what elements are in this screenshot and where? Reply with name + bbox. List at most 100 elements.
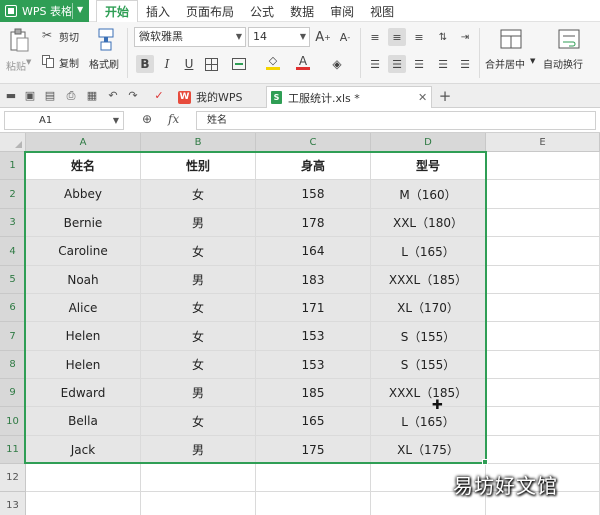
copy-button[interactable]: 复制 [42,54,84,70]
tab-view[interactable]: 视图 [362,0,402,22]
align-bottom-icon[interactable]: ≡ [410,28,428,46]
cell-b6[interactable]: 女 [141,294,256,322]
cell-c5[interactable]: 183 [256,266,371,294]
cell-b5[interactable]: 男 [141,266,256,294]
close-icon[interactable]: ✕ [418,91,427,104]
tab-formulas[interactable]: 公式 [242,0,282,22]
cell-d6[interactable]: XL（170） [371,294,486,322]
format-painter-button[interactable]: 格式刷 [88,26,124,78]
row-header-13[interactable]: 13 [0,492,26,515]
cell-c9[interactable]: 185 [256,379,371,407]
cell-d10[interactable]: L（165） [371,407,486,436]
name-box[interactable]: A1 ▼ [4,111,124,130]
column-header-b[interactable]: B [141,133,256,152]
cell-c13[interactable] [256,492,371,515]
row-header-7[interactable]: 7 [0,322,26,351]
tab-home[interactable]: 开始 [96,0,139,22]
doc-tab-my-wps[interactable]: W 我的WPS [174,86,266,108]
zoom-search-icon[interactable]: ⊕ [142,112,152,126]
fill-color-icon[interactable]: ◇ [264,53,282,71]
cell-b12[interactable] [141,464,256,492]
align-center-icon[interactable]: ☰ [388,55,406,73]
paste-button[interactable]: 粘贴 ▼ [4,26,34,78]
cell-e10[interactable] [486,407,600,436]
align-left-icon[interactable]: ☰ [366,55,384,73]
cell-e5[interactable] [486,266,600,294]
cell-e4[interactable] [486,237,600,266]
row-header-6[interactable]: 6 [0,294,26,322]
cell-e6[interactable] [486,294,600,322]
formula-input[interactable]: 姓名 [196,111,596,130]
undo-icon[interactable]: ↶ [106,89,120,103]
cell-a9[interactable]: Edward [26,379,141,407]
row-header-5[interactable]: 5 [0,266,26,294]
cell-e8[interactable] [486,351,600,379]
increase-font-size-icon[interactable]: A + [314,28,332,46]
merge-center-button[interactable]: 合并居中 ▼ [484,26,540,78]
row-header-4[interactable]: 4 [0,237,26,266]
cell-a11[interactable]: Jack [26,436,141,464]
cell-a5[interactable]: Noah [26,266,141,294]
cell-e9[interactable] [486,379,600,407]
cell-b8[interactable]: 女 [141,351,256,379]
cell-a7[interactable]: Helen [26,322,141,351]
cell-d1[interactable]: 型号 [371,152,486,180]
cell-e7[interactable] [486,322,600,351]
tab-data[interactable]: 数据 [282,0,322,22]
new-tab-icon[interactable]: + [438,89,452,104]
cell-b7[interactable]: 女 [141,322,256,351]
cell-d8[interactable]: S（155） [371,351,486,379]
eraser-icon[interactable]: ◈ [328,55,346,73]
indent-icon[interactable]: ⇥ [456,28,474,46]
cell-b11[interactable]: 男 [141,436,256,464]
cell-c4[interactable]: 164 [256,237,371,266]
cell-d7[interactable]: S（155） [371,322,486,351]
row-header-2[interactable]: 2 [0,180,26,209]
cell-c1[interactable]: 身高 [256,152,371,180]
cell-a10[interactable]: Bella [26,407,141,436]
column-header-c[interactable]: C [256,133,371,152]
print-preview-icon[interactable]: ▦ [85,89,99,103]
wrap-text-button[interactable]: 自动换行 [542,26,598,78]
text-direction-icon[interactable]: ⇅ [434,28,452,46]
cell-d3[interactable]: XXL（180） [371,209,486,237]
cell-a1[interactable]: 姓名 [26,152,141,180]
column-header-e[interactable]: E [486,133,600,152]
pdf-icon[interactable]: ▤ [43,89,57,103]
cell-c3[interactable]: 178 [256,209,371,237]
cell-a6[interactable]: Alice [26,294,141,322]
cell-a2[interactable]: Abbey [26,180,141,209]
cell-b10[interactable]: 女 [141,407,256,436]
distributed-icon[interactable]: ☰ [456,55,474,73]
cell-d5[interactable]: XXXL（185） [371,266,486,294]
cell-a13[interactable] [26,492,141,515]
font-size-select[interactable]: 14 ▼ [248,27,310,47]
cell-c7[interactable]: 153 [256,322,371,351]
print-icon[interactable]: ⎙ [64,89,78,103]
cell-d9[interactable]: XXXL（185） [371,379,486,407]
redo-icon[interactable]: ↷ [126,89,140,103]
borders-icon[interactable] [202,55,220,73]
merge-dropdown-icon[interactable]: ▼ [530,57,535,65]
cell-d2[interactable]: M（160） [371,180,486,209]
cell-c8[interactable]: 153 [256,351,371,379]
cell-a4[interactable]: Caroline [26,237,141,266]
cell-e1[interactable] [486,152,600,180]
cell-d4[interactable]: L（165） [371,237,486,266]
cell-a8[interactable]: Helen [26,351,141,379]
cell-e11[interactable] [486,436,600,464]
decrease-font-size-icon[interactable]: A- [336,28,354,46]
cell-a3[interactable]: Bernie [26,209,141,237]
font-family-select[interactable]: 微软雅黑 ▼ [134,27,246,47]
row-header-9[interactable]: 9 [0,379,26,407]
align-middle-icon[interactable]: ≡ [388,28,406,46]
cell-c6[interactable]: 171 [256,294,371,322]
underline-button[interactable]: U [180,55,198,73]
cell-c2[interactable]: 158 [256,180,371,209]
tab-page-layout[interactable]: 页面布局 [178,0,242,22]
cell-c11[interactable]: 175 [256,436,371,464]
row-header-1[interactable]: 1 [0,152,26,180]
cut-button[interactable]: ✂ 剪切 [42,28,84,44]
column-header-a[interactable]: A [26,133,141,152]
tab-review[interactable]: 审阅 [322,0,362,22]
